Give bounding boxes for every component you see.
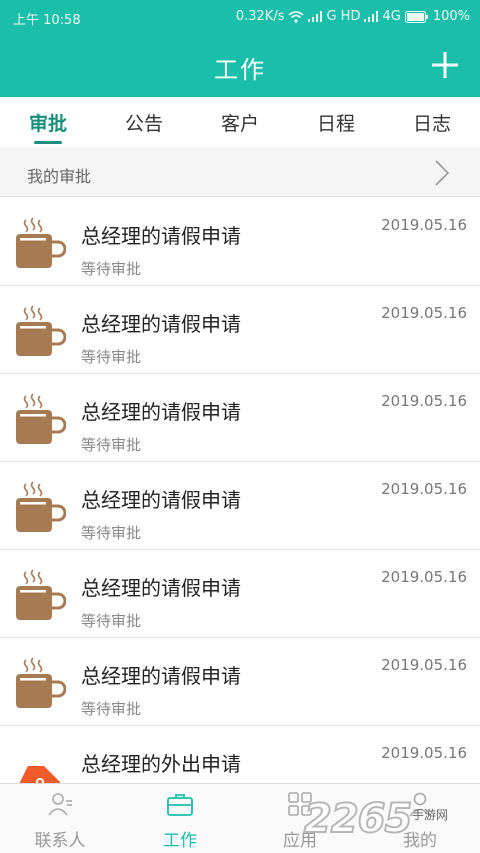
apps-grid-icon	[288, 792, 312, 816]
status-bar: 上午 10:58 0.32K/s G HD 4G 100%	[0, 0, 480, 34]
coffee-cup-icon	[16, 393, 66, 444]
app-header: 上午 10:58 0.32K/s G HD 4G 100% 工作	[0, 0, 480, 97]
tab-log[interactable]: 日志	[404, 109, 460, 136]
active-tab-indicator	[34, 141, 62, 144]
coffee-cup-icon	[16, 305, 66, 356]
item-title: 总经理的请假申请	[81, 312, 241, 336]
coffee-cup-icon	[16, 657, 66, 708]
carrier-labels: G HD	[326, 9, 361, 24]
item-title: 总经理的外出申请	[81, 752, 241, 776]
network-speed: 0.32K/s	[235, 9, 285, 24]
tab-work[interactable]: 工作	[120, 784, 240, 853]
tab-schedule[interactable]: 日程	[308, 109, 364, 136]
approval-list: 总经理的请假申请 等待审批 2019.05.16 总经理的请假申请 等待审批 2…	[0, 198, 480, 814]
briefcase-icon	[167, 794, 193, 816]
item-title: 总经理的请假申请	[81, 488, 241, 512]
list-item[interactable]: 总经理的请假申请 等待审批 2019.05.16	[0, 550, 480, 638]
list-item[interactable]: 总经理的请假申请 等待审批 2019.05.16	[0, 462, 480, 550]
status-indicators: 0.32K/s G HD 4G 100%	[236, 9, 470, 24]
item-status: 等待审批	[81, 348, 142, 366]
plus-icon[interactable]	[430, 50, 460, 80]
chevron-right-icon	[435, 160, 450, 186]
item-title: 总经理的请假申请	[81, 576, 241, 600]
coffee-cup-icon	[16, 569, 66, 620]
subheader-label: 我的审批	[27, 167, 92, 186]
coffee-cup-icon	[16, 481, 66, 532]
signal-icon	[364, 11, 379, 22]
tab-label: 应用	[283, 831, 317, 851]
status-time: 上午 10:58	[13, 13, 81, 28]
bottom-tab-bar: 联系人 工作 应用 我的	[0, 783, 480, 853]
category-tabs: 审批 公告 客户 日程 日志	[0, 97, 480, 147]
my-approvals-row[interactable]: 我的审批	[0, 147, 480, 197]
tab-label: 联系人	[34, 831, 86, 851]
tab-mine[interactable]: 我的	[360, 784, 480, 853]
page-title: 工作	[214, 56, 266, 84]
tab-apps[interactable]: 应用	[240, 784, 360, 853]
item-title: 总经理的请假申请	[81, 224, 241, 248]
item-status: 等待审批	[81, 524, 142, 542]
network-type: 4G	[382, 9, 401, 24]
item-title: 总经理的请假申请	[81, 400, 241, 424]
list-item[interactable]: 总经理的请假申请 等待审批 2019.05.16	[0, 374, 480, 462]
item-date: 2019.05.16	[381, 392, 467, 410]
user-icon	[409, 792, 431, 817]
tab-approval[interactable]: 审批	[20, 109, 76, 136]
tab-customer[interactable]: 客户	[212, 109, 268, 136]
tab-contacts[interactable]: 联系人	[0, 784, 120, 853]
signal-icon	[308, 11, 323, 22]
list-item[interactable]: 总经理的请假申请 等待审批 2019.05.16	[0, 198, 480, 286]
coffee-cup-icon	[16, 217, 66, 268]
item-status: 等待审批	[81, 436, 142, 454]
tab-label: 工作	[163, 831, 197, 851]
item-date: 2019.05.16	[381, 480, 467, 498]
item-date: 2019.05.16	[381, 216, 467, 234]
item-title: 总经理的请假申请	[81, 664, 241, 688]
list-item[interactable]: 总经理的请假申请 等待审批 2019.05.16	[0, 638, 480, 726]
wifi-icon	[288, 10, 304, 23]
item-date: 2019.05.16	[381, 304, 467, 322]
tab-announcement[interactable]: 公告	[116, 109, 172, 136]
item-status: 等待审批	[81, 612, 142, 630]
item-date: 2019.05.16	[381, 656, 467, 674]
tab-label: 我的	[403, 831, 437, 851]
item-status: 等待审批	[81, 260, 142, 278]
battery-icon	[404, 10, 428, 23]
item-status: 等待审批	[81, 700, 142, 718]
item-date: 2019.05.16	[381, 568, 467, 586]
item-date: 2019.05.16	[381, 744, 467, 762]
contacts-icon	[48, 793, 72, 816]
list-item[interactable]: 总经理的请假申请 等待审批 2019.05.16	[0, 286, 480, 374]
battery-level: 100%	[432, 9, 470, 24]
